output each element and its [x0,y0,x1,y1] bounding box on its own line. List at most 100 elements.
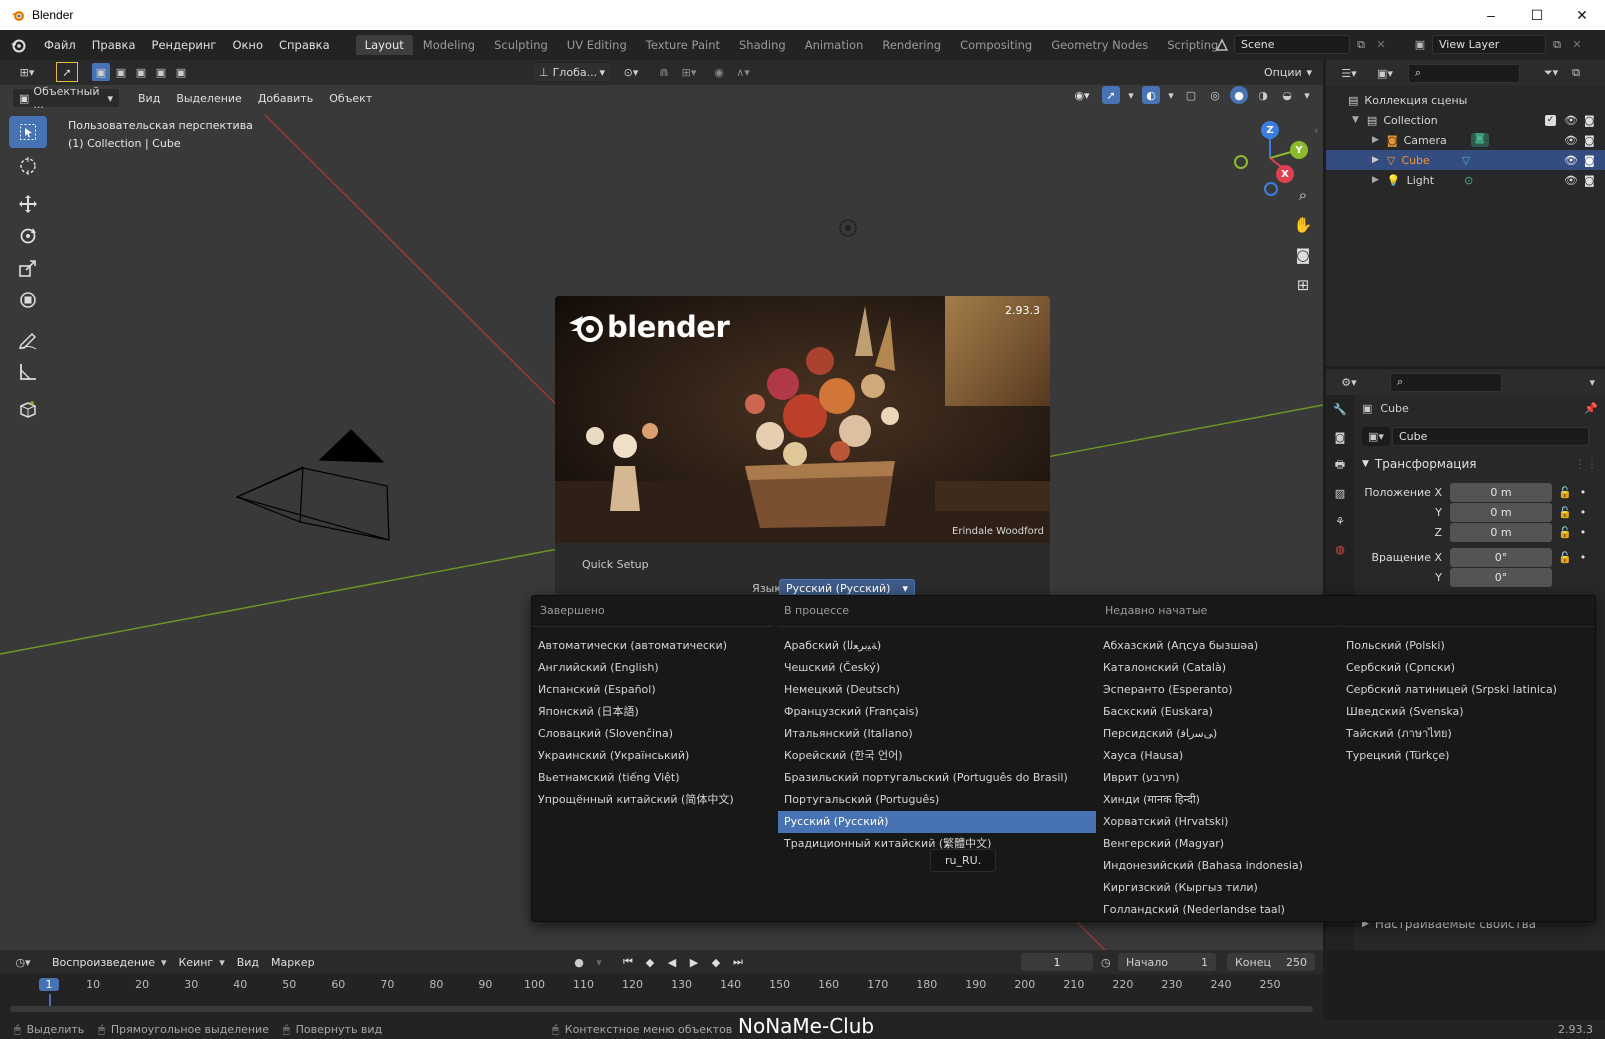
solid-shading-icon[interactable]: ● [1230,86,1248,104]
camera-view-icon[interactable]: ◙ [1290,240,1316,270]
language-option[interactable]: Словацкий (Slovenčina) [532,723,772,745]
camera-visibility-icon[interactable]: 👁 [1564,134,1578,147]
jump-start-icon[interactable]: ⏮ [618,955,638,969]
menu-item[interactable]: Окно [224,38,271,52]
output-tab-icon[interactable]: 🖶 [1326,451,1354,479]
expand-arrow-icon[interactable]: ▼ [1352,115,1359,125]
language-option[interactable]: Упрощённый китайский (简体中文) [532,789,772,811]
language-option[interactable]: Хинди (मानक हिन्दी) [1097,789,1337,811]
workspace-tab[interactable]: Geometry Nodes [1042,35,1157,55]
view-layer-field[interactable]: View Layer [1432,35,1546,54]
preview-range-clock-icon[interactable]: ◷ [1101,956,1111,969]
splash-screen[interactable]: blender 2.93.3 Erindale Woodford Quick S… [555,296,1050,596]
object-type-icon[interactable]: ▣▾ [1362,427,1390,446]
language-option[interactable]: Эсперанто (Esperanto) [1097,679,1337,701]
menu-item[interactable]: Правка [84,38,144,52]
editor-type-icon[interactable]: ⊞▾ [12,62,42,82]
gizmo-z-axis[interactable]: Z [1261,121,1279,139]
outliner-item-light[interactable]: ▶ 💡 Light ⊙ 👁 ◙ [1326,170,1605,190]
gizmo-toggle-icon[interactable]: ➚ [1102,86,1120,104]
timeline-scrollbar[interactable] [10,1006,1313,1012]
language-option[interactable]: Тайский (ภาษาไทย) [1340,723,1595,745]
lock-icon[interactable]: 🔓 [1558,506,1572,519]
play-reverse-icon[interactable]: ◀ [662,956,682,969]
record-menu-icon[interactable]: ▾ [590,956,608,969]
language-option[interactable]: Шведский (Svenska) [1340,701,1595,723]
keyframe-dot-icon[interactable]: • [1580,526,1587,539]
xray-icon[interactable]: ▢ [1182,89,1200,102]
rotation-x-field[interactable]: 0° [1450,547,1552,567]
language-option[interactable]: Венгерский (Magyar) [1097,833,1337,855]
gizmo-neg-z[interactable] [1264,182,1278,196]
transform-orientation-dropdown[interactable]: ⊥ Глоба... ▾ [532,62,612,82]
workspace-tab[interactable]: Layout [355,35,413,55]
language-option[interactable]: Польский (Polski) [1340,635,1595,657]
workspace-tab[interactable]: Modeling [414,35,484,55]
proportional-edit-icon[interactable]: ◉ [708,66,730,79]
material-shading-icon[interactable]: ◑ [1254,89,1272,102]
outliner-editor-icon[interactable]: ☰▾ [1334,67,1364,80]
shading-menu-icon[interactable]: ▾ [1302,89,1312,102]
annotate-tool[interactable] [9,324,47,356]
language-option[interactable]: Английский (English) [532,657,772,679]
select-extend-icon[interactable]: ▣ [112,63,130,81]
language-option[interactable]: Сербский (Српски) [1340,657,1595,679]
record-icon[interactable]: ● [570,956,588,969]
gizmo-menu-icon[interactable]: ▾ [1126,89,1136,102]
language-option[interactable]: Корейский (한국 언어) [778,745,1096,767]
falloff-icon[interactable]: ∧▾ [730,66,756,79]
light-render-icon[interactable]: ◙ [1584,174,1595,187]
expand-arrow-icon[interactable]: ▶ [1372,135,1379,145]
language-option[interactable]: Испанский (Español) [532,679,772,701]
rotation-y-field[interactable]: 0° [1450,567,1552,587]
overlay-toggle-icon[interactable]: ◐ [1142,86,1160,104]
language-option[interactable]: Бразильский португальский (Português do … [778,767,1096,789]
wireframe-shading-icon[interactable]: ◎ [1206,89,1224,102]
object-name-field[interactable]: Cube [1392,427,1589,446]
pivot-point-icon[interactable]: ⊙▾ [616,66,646,79]
measure-tool[interactable] [9,356,47,388]
language-option[interactable]: Чешский (Český) [778,657,1096,679]
workspace-tab[interactable]: Rendering [873,35,950,55]
gizmo-y-axis[interactable]: Y [1290,141,1308,159]
keyframe-dot-icon[interactable]: • [1580,486,1587,499]
language-option[interactable]: Персидский (ﯽﺳﺭﺎﻓ) [1097,723,1337,745]
language-option[interactable]: Абхазский (Аԥсуа бызшәа) [1097,635,1337,657]
workspace-tab[interactable]: Texture Paint [637,35,729,55]
overlay-menu-icon[interactable]: ▾ [1166,89,1176,102]
timeline-editor-icon[interactable]: ◷▾ [8,956,38,969]
lock-icon[interactable]: 🔓 [1558,551,1572,564]
language-option[interactable]: Итальянский (Italiano) [778,723,1096,745]
new-collection-icon[interactable]: ⧉ [1566,66,1586,80]
tool-tab-icon[interactable]: 🔧 [1326,395,1354,423]
move-tool[interactable] [9,188,47,220]
keyframe-dot-icon[interactable]: • [1580,506,1587,519]
language-option[interactable]: Киргизский (Кыргыз тили) [1097,877,1337,899]
prev-keyframe-icon[interactable]: ◆ [640,956,660,969]
language-option[interactable]: Немецкий (Deutsch) [778,679,1096,701]
scene-collection-row[interactable]: ▤ Коллекция сцены [1326,90,1605,110]
filter-icon[interactable]: ⏷▾ [1536,66,1566,80]
language-option[interactable]: Индонезийский (Bahasa indonesia) [1097,855,1337,877]
cursor-tool[interactable] [9,150,47,182]
select-box-tool[interactable] [9,116,47,148]
keyframe-dot-icon[interactable]: • [1580,551,1587,564]
timeline-ruler[interactable]: 1 10 20 30 40 50 60 70 80 90 100 110 120 130 140 150 160… [0,974,1323,1008]
lock-icon[interactable]: 🔓 [1558,526,1572,539]
blender-menu-icon[interactable] [8,37,28,53]
workspace-tab[interactable]: UV Editing [558,35,636,55]
gizmo-neg-y[interactable] [1234,155,1248,169]
snap-magnet-icon[interactable]: ⋒ [652,66,676,79]
mode-dropdown[interactable]: ▣ Объектный ... ▾ [12,85,120,111]
scene-tab-icon[interactable]: ⚘ [1326,507,1354,535]
transform-tool[interactable] [9,284,47,316]
collection-render-icon[interactable]: ◙ [1584,114,1595,127]
language-dropdown[interactable]: Русский (Русский) ▾ [779,579,915,596]
scene-selector[interactable]: Scene ⧉ ✕ [1210,35,1390,54]
outliner-item-cube[interactable]: ▶ ▽ Cube ▽ 👁 ◙ [1326,150,1605,170]
location-z-field[interactable]: 0 m [1450,522,1552,542]
viewport-menu-item[interactable]: Добавить [250,92,321,105]
select-intersect-icon[interactable]: ▣ [172,63,190,81]
close-button[interactable]: ✕ [1559,0,1605,30]
language-option[interactable]: Японский (日本語) [532,701,772,723]
